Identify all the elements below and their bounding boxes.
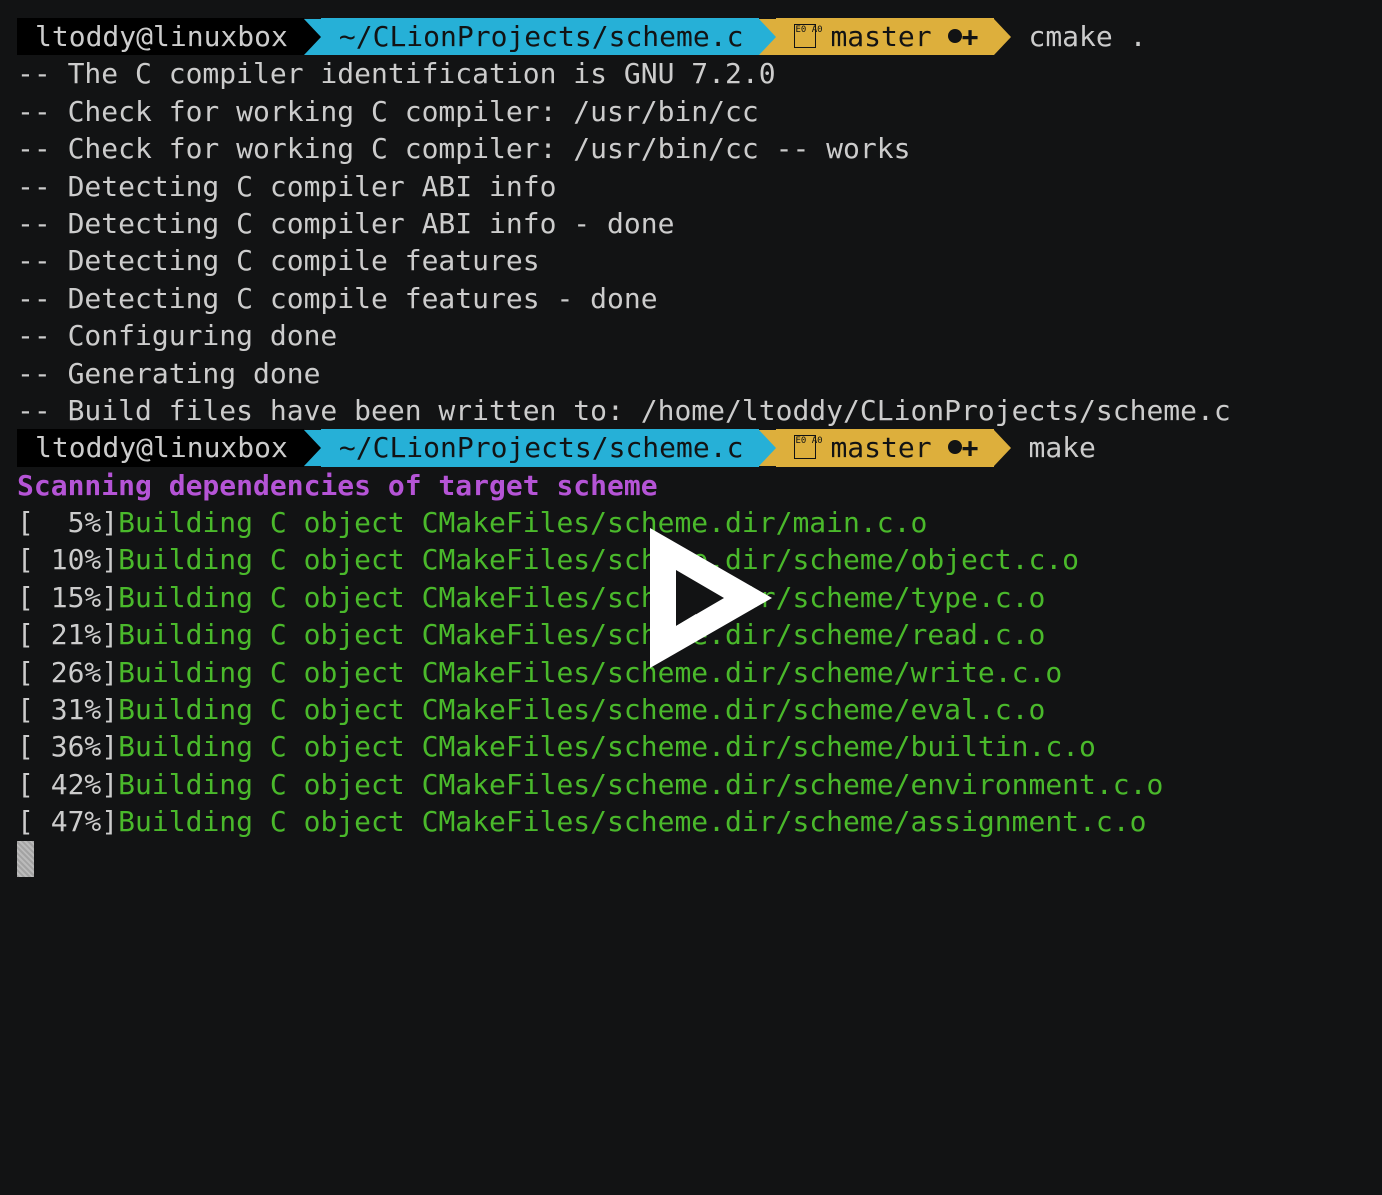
- build-line: [ 36%] Building C object CMakeFiles/sche…: [17, 728, 1382, 765]
- play-icon[interactable]: [650, 528, 772, 668]
- branch-icon: E0 A0: [794, 24, 823, 48]
- build-progress-percent: [ 21%]: [17, 618, 119, 652]
- build-progress-percent: [ 15%]: [17, 580, 119, 614]
- terminal-cursor: [17, 841, 34, 878]
- prompt-user-segment: ltoddy@linuxbox: [17, 18, 304, 56]
- prompt-separator-arrow: [303, 18, 321, 55]
- build-progress-percent: [ 36%]: [17, 730, 119, 764]
- prompt-separator-arrow: [303, 429, 321, 466]
- scanning-line: Scanning dependencies of target scheme: [17, 467, 1382, 504]
- prompt-separator-arrow: [759, 429, 777, 466]
- prompt-path-segment: ~/CLionProjects/scheme.c: [320, 18, 760, 56]
- cmake-output-line: -- Detecting C compiler ABI info: [17, 169, 557, 203]
- cmake-output-line: -- Detecting C compiler ABI info - done: [17, 206, 675, 240]
- cmake-output-line: -- Generating done: [17, 356, 321, 390]
- build-progress-percent: [ 47%]: [17, 805, 119, 839]
- build-progress-percent: [ 10%]: [17, 543, 119, 577]
- build-line: [ 47%] Building C object CMakeFiles/sche…: [17, 803, 1382, 840]
- build-progress-percent: [ 31%]: [17, 693, 119, 727]
- build-step-text: Building C object CMakeFiles/scheme.dir/…: [118, 767, 1164, 801]
- prompt-git-segment: E0 A0 master +: [776, 429, 995, 467]
- build-line: [ 31%] Building C object CMakeFiles/sche…: [17, 691, 1382, 728]
- build-step-text: Building C object CMakeFiles/scheme.dir/…: [118, 506, 928, 540]
- cmake-output-line: -- The C compiler identification is GNU …: [17, 57, 776, 91]
- git-staged-indicator: +: [961, 431, 979, 465]
- prompt-path-segment: ~/CLionProjects/scheme.c: [320, 429, 760, 467]
- git-staged-indicator: +: [961, 20, 979, 53]
- cursor-line: [17, 841, 1382, 878]
- git-dirty-dot-icon: [947, 29, 962, 43]
- build-step-text: Building C object CMakeFiles/scheme.dir/…: [118, 805, 1147, 839]
- branch-icon: E0 A0: [794, 435, 823, 460]
- build-step-text: Building C object CMakeFiles/scheme.dir/…: [118, 693, 1046, 727]
- build-progress-percent: [ 26%]: [17, 655, 119, 689]
- build-step-text: Building C object CMakeFiles/scheme.dir/…: [118, 730, 1096, 764]
- scanning-text: Scanning dependencies of target scheme: [17, 468, 658, 502]
- prompt-line-make: ltoddy@linuxbox ~/CLionProjects/scheme.c…: [17, 429, 1382, 467]
- command-text: make: [1028, 431, 1096, 465]
- git-dirty-dot-icon: [947, 440, 962, 455]
- build-step-text: Building C object CMakeFiles/scheme.dir/…: [118, 543, 1080, 577]
- build-step-text: Building C object CMakeFiles/scheme.dir/…: [118, 655, 1063, 689]
- prompt-separator-arrow: [994, 18, 1012, 55]
- prompt-separator-arrow: [759, 18, 777, 55]
- command-text: cmake .: [1028, 20, 1147, 53]
- prompt-separator-arrow: [994, 429, 1012, 466]
- cmake-output-line: -- Detecting C compile features - done: [17, 281, 658, 315]
- build-progress-percent: [ 5%]: [17, 506, 119, 540]
- build-step-text: Building C object CMakeFiles/scheme.dir/…: [118, 580, 1046, 614]
- terminal-output: ltoddy@linuxbox ~/CLionProjects/scheme.c…: [17, 18, 1382, 878]
- prompt-git-segment: E0 A0 master +: [776, 18, 995, 56]
- cmake-output-line: -- Build files have been written to: /ho…: [17, 393, 1231, 427]
- cmake-output-line: -- Configuring done: [17, 319, 338, 353]
- cmake-output-line: -- Detecting C compile features: [17, 244, 540, 278]
- cmake-output-line: -- Check for working C compiler: /usr/bi…: [17, 132, 911, 166]
- git-branch-name: master: [830, 431, 932, 465]
- git-branch-name: master: [830, 20, 932, 53]
- prompt-line-cmake: ltoddy@linuxbox ~/CLionProjects/scheme.c…: [17, 18, 1382, 56]
- prompt-user-segment: ltoddy@linuxbox: [17, 429, 304, 467]
- build-line: [ 42%] Building C object CMakeFiles/sche…: [17, 766, 1382, 803]
- build-progress-percent: [ 42%]: [17, 767, 119, 801]
- cmake-output-line: -- Check for working C compiler: /usr/bi…: [17, 94, 759, 128]
- build-step-text: Building C object CMakeFiles/scheme.dir/…: [118, 618, 1046, 652]
